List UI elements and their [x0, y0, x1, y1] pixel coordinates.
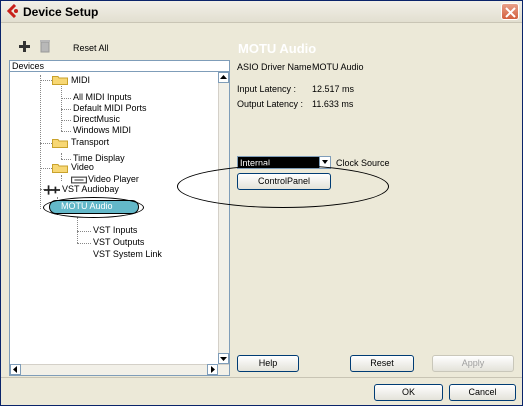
tree-line [61, 98, 71, 99]
scroll-right-button[interactable] [207, 364, 218, 375]
asio-driver-value: MOTU Audio [312, 62, 364, 72]
arrow-down-icon [220, 357, 227, 361]
close-icon [505, 7, 516, 18]
device-title: MOTU Audio [238, 41, 317, 56]
trash-icon[interactable] [39, 39, 51, 53]
tree-item-directmusic[interactable]: DirectMusic [73, 114, 120, 125]
scroll-left-button[interactable] [10, 364, 21, 375]
tree-item-default-midi-ports[interactable]: Default MIDI Ports [73, 103, 147, 114]
reset-all-button[interactable]: Reset All [73, 43, 109, 53]
scroll-up-button[interactable] [218, 72, 229, 83]
tree-item-all-midi-inputs[interactable]: All MIDI Inputs [73, 92, 132, 103]
annotation-oval-control-panel [177, 165, 389, 208]
plus-icon[interactable] [19, 41, 30, 52]
tree-line [61, 131, 71, 132]
footer-divider [1, 377, 522, 378]
arrow-up-icon [220, 75, 227, 79]
folder-icon [52, 76, 68, 85]
tree-line [40, 143, 52, 144]
tree-item-vst-outputs[interactable]: VST Outputs [93, 237, 144, 248]
input-latency-label: Input Latency : [237, 84, 297, 94]
tree-line [40, 168, 52, 169]
devices-vertical-scrollbar[interactable] [218, 72, 229, 364]
devices-tree: MIDI All MIDI Inputs Default MIDI Ports … [10, 72, 218, 364]
tree-item-vst-inputs[interactable]: VST Inputs [93, 225, 137, 236]
input-latency-value: 12.517 ms [312, 84, 355, 94]
tree-line [61, 175, 62, 181]
ok-button[interactable]: OK [374, 384, 443, 401]
folder-icon [52, 139, 68, 148]
help-button[interactable]: Help [237, 355, 299, 372]
audio-connector-icon [44, 185, 60, 195]
asio-driver-label: ASIO Driver Name [237, 62, 312, 72]
tree-item-midi[interactable]: MIDI [71, 75, 90, 86]
folder-icon [52, 164, 68, 173]
devices-horizontal-scrollbar[interactable] [10, 364, 229, 375]
cubase-logo-icon [6, 4, 18, 18]
tree-line [77, 243, 91, 244]
devices-header-label: Devices [12, 61, 45, 71]
devices-header: Devices [10, 61, 229, 72]
device-setup-window: Device Setup Reset All Devices MIDI All … [0, 0, 523, 406]
output-latency-value: 11.633 ms [312, 99, 354, 109]
arrow-right-icon [211, 366, 215, 373]
tree-item-video[interactable]: Video [71, 162, 94, 173]
tree-line [61, 159, 71, 160]
annotation-oval-motu-audio [43, 197, 144, 218]
reset-button[interactable]: Reset [350, 355, 414, 372]
window-title: Device Setup [23, 5, 99, 19]
close-button[interactable] [501, 3, 519, 20]
tree-line [61, 109, 71, 110]
tree-item-transport[interactable]: Transport [71, 137, 109, 148]
tree-item-windows-midi[interactable]: Windows MIDI [73, 125, 131, 136]
tree-line [61, 120, 71, 121]
title-bar: Device Setup [1, 1, 522, 23]
apply-button[interactable]: Apply [432, 355, 514, 372]
clock-source-label: Clock Source [336, 158, 390, 168]
tree-line [40, 80, 52, 81]
cancel-button[interactable]: Cancel [449, 384, 516, 401]
scroll-down-button[interactable] [218, 353, 229, 364]
tree-item-vst-audiobay[interactable]: VST Audiobay [62, 184, 119, 195]
tree-item-vst-system-link[interactable]: VST System Link [93, 249, 162, 260]
arrow-left-icon [13, 366, 17, 373]
tree-line [77, 231, 91, 232]
devices-panel: Devices MIDI All MIDI Inputs Default MID… [9, 60, 230, 376]
output-latency-label: Output Latency : [237, 99, 304, 109]
tree-line [77, 217, 78, 243]
